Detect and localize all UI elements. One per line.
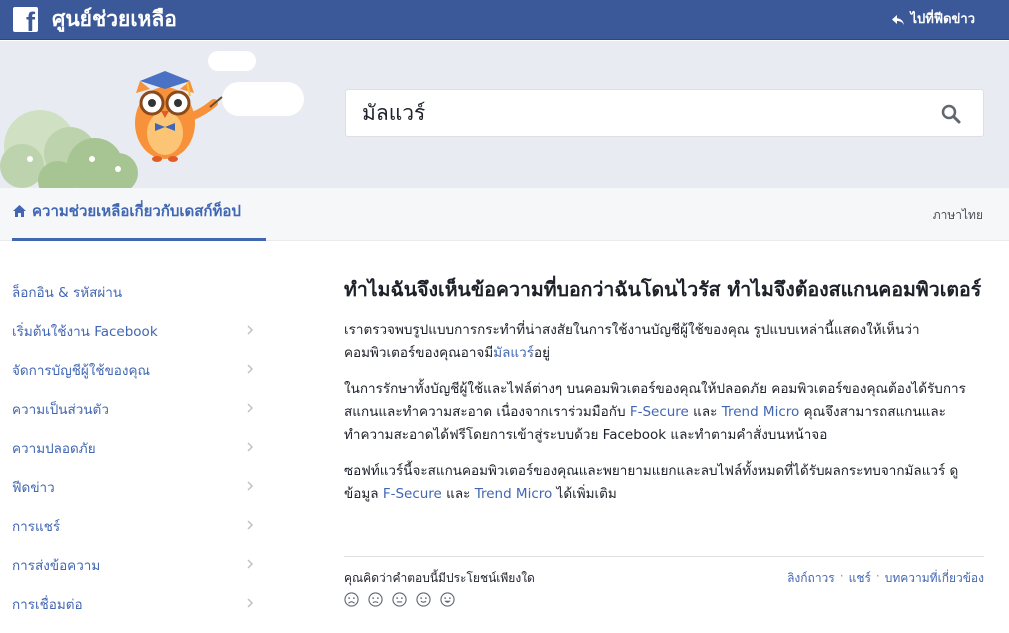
tab-desktop-help-label: ความช่วยเหลือเกี่ยวกับเดสก์ท็อป	[32, 202, 241, 220]
sidebar-item-getting-started[interactable]: เริ่มต้นใช้งาน Facebook	[12, 311, 262, 350]
very-sad-face-icon[interactable]	[344, 592, 359, 607]
sidebar-item-label: ความเป็นส่วนตัว	[12, 401, 109, 418]
paragraph-text: และ	[688, 404, 722, 420]
chevron-right-icon	[247, 325, 254, 335]
owl-mascot-illustration	[0, 51, 304, 188]
back-link-label: ไปที่ฟีดข่าว	[910, 12, 976, 27]
sidebar-item-connecting[interactable]: การเชื่อมต่อ	[12, 584, 262, 623]
sidebar-item-label: ความปลอดภัย	[12, 440, 96, 457]
sidebar-item-security[interactable]: ความปลอดภัย	[12, 428, 262, 467]
feedback-question: คุณคิดว่าคำตอบนี้มีประโยชน์เพียงใด	[344, 571, 535, 585]
facebook-logo-letter: f	[26, 7, 35, 33]
help-center-title[interactable]: ศูนย์ช่วยเหลือ	[52, 5, 177, 33]
related-articles-link[interactable]: บทความที่เกี่ยวข้อง	[885, 569, 984, 588]
article-paragraph-3: ซอฟท์แวร์นี้จะสแกนคอมพิวเตอร์ของคุณและพย…	[344, 460, 984, 506]
paragraph-text: ได้เพิ่มเติม	[552, 486, 617, 502]
sidebar-item-messaging[interactable]: การส่งข้อความ	[12, 545, 262, 584]
separator: ·	[875, 569, 880, 583]
happy-face-icon[interactable]	[416, 592, 431, 607]
sidebar-item-label: การแชร์	[12, 518, 61, 535]
chevron-right-icon	[247, 520, 254, 530]
sidebar-item-label: การเชื่อมต่อ	[12, 596, 83, 613]
paragraph-text: เราตรวจพบรูปแบบการกระทำที่น่าสงสัยในการใ…	[344, 322, 920, 361]
feedback-section: คุณคิดว่าคำตอบนี้มีประโยชน์เพียงใด ลิงก์…	[344, 556, 984, 607]
sidebar-item-login-password[interactable]: ล็อกอิน & รหัสผ่าน	[12, 272, 262, 311]
article-actions: ลิงก์ถาวร · แชร์ · บทความที่เกี่ยวข้อง	[787, 569, 984, 588]
sidebar: ล็อกอิน & รหัสผ่าน เริ่มต้นใช้งาน Facebo…	[12, 272, 262, 623]
chevron-right-icon	[247, 442, 254, 452]
chevron-right-icon	[247, 598, 254, 608]
trend-micro-link[interactable]: Trend Micro	[722, 404, 800, 420]
trend-micro-link[interactable]: Trend Micro	[475, 486, 553, 502]
help-nav-strip: ความช่วยเหลือเกี่ยวกับเดสก์ท็อป ภาษาไทย	[0, 188, 1009, 241]
go-to-news-feed-link[interactable]: ไปที่ฟีดข่าว	[891, 11, 976, 29]
sidebar-item-label: ล็อกอิน & รหัสผ่าน	[12, 284, 123, 301]
chevron-right-icon	[247, 481, 254, 491]
f-secure-link[interactable]: F-Secure	[383, 486, 442, 502]
sidebar-item-label: การส่งข้อความ	[12, 557, 101, 574]
separator: ·	[839, 569, 844, 583]
search-icon[interactable]	[941, 104, 961, 124]
top-bar: f ศูนย์ช่วยเหลือ ไปที่ฟีดข่าว	[0, 0, 1009, 40]
sad-face-icon[interactable]	[368, 592, 383, 607]
sidebar-item-privacy[interactable]: ความเป็นส่วนตัว	[12, 389, 262, 428]
neutral-face-icon[interactable]	[392, 592, 407, 607]
article: ทำไมฉันจึงเห็นข้อความที่บอกว่าฉันโดนไวรั…	[344, 274, 984, 506]
very-happy-face-icon[interactable]	[440, 592, 455, 607]
sidebar-item-news-feed[interactable]: ฟีดข่าว	[12, 467, 262, 506]
article-paragraph-2: ในการรักษาทั้งบัญชีผู้ใช้และไฟล์ต่างๆ บน…	[344, 378, 984, 447]
sidebar-item-sharing[interactable]: การแชร์	[12, 506, 262, 545]
share-link[interactable]: แชร์	[849, 569, 871, 588]
rating-faces	[344, 592, 455, 607]
back-arrow-icon	[891, 15, 904, 25]
search-input[interactable]	[362, 96, 922, 130]
sidebar-item-label: เริ่มต้นใช้งาน Facebook	[12, 323, 158, 340]
chevron-right-icon	[247, 403, 254, 413]
tab-desktop-help[interactable]: ความช่วยเหลือเกี่ยวกับเดสก์ท็อป	[12, 188, 266, 241]
sidebar-item-label: ฟีดข่าว	[12, 479, 55, 496]
facebook-logo[interactable]: f	[13, 7, 38, 32]
permalink-link[interactable]: ลิงก์ถาวร	[787, 569, 835, 588]
article-title: ทำไมฉันจึงเห็นข้อความที่บอกว่าฉันโดนไวรั…	[344, 278, 982, 301]
sidebar-item-label: จัดการบัญชีผู้ใช้ของคุณ	[12, 362, 151, 379]
chevron-right-icon	[247, 364, 254, 374]
malware-link[interactable]: มัลแวร์	[493, 345, 534, 361]
f-secure-link[interactable]: F-Secure	[630, 404, 689, 420]
language-selector[interactable]: ภาษาไทย	[933, 206, 983, 225]
sidebar-item-manage-account[interactable]: จัดการบัญชีผู้ใช้ของคุณ	[12, 350, 262, 389]
paragraph-text: และ	[441, 486, 475, 502]
hero-banner	[0, 41, 1009, 188]
search-box	[345, 89, 984, 137]
paragraph-text: อยู่	[533, 345, 550, 361]
article-paragraph-1: เราตรวจพบรูปแบบการกระทำที่น่าสงสัยในการใ…	[344, 319, 984, 365]
home-icon	[13, 205, 26, 217]
chevron-right-icon	[247, 559, 254, 569]
